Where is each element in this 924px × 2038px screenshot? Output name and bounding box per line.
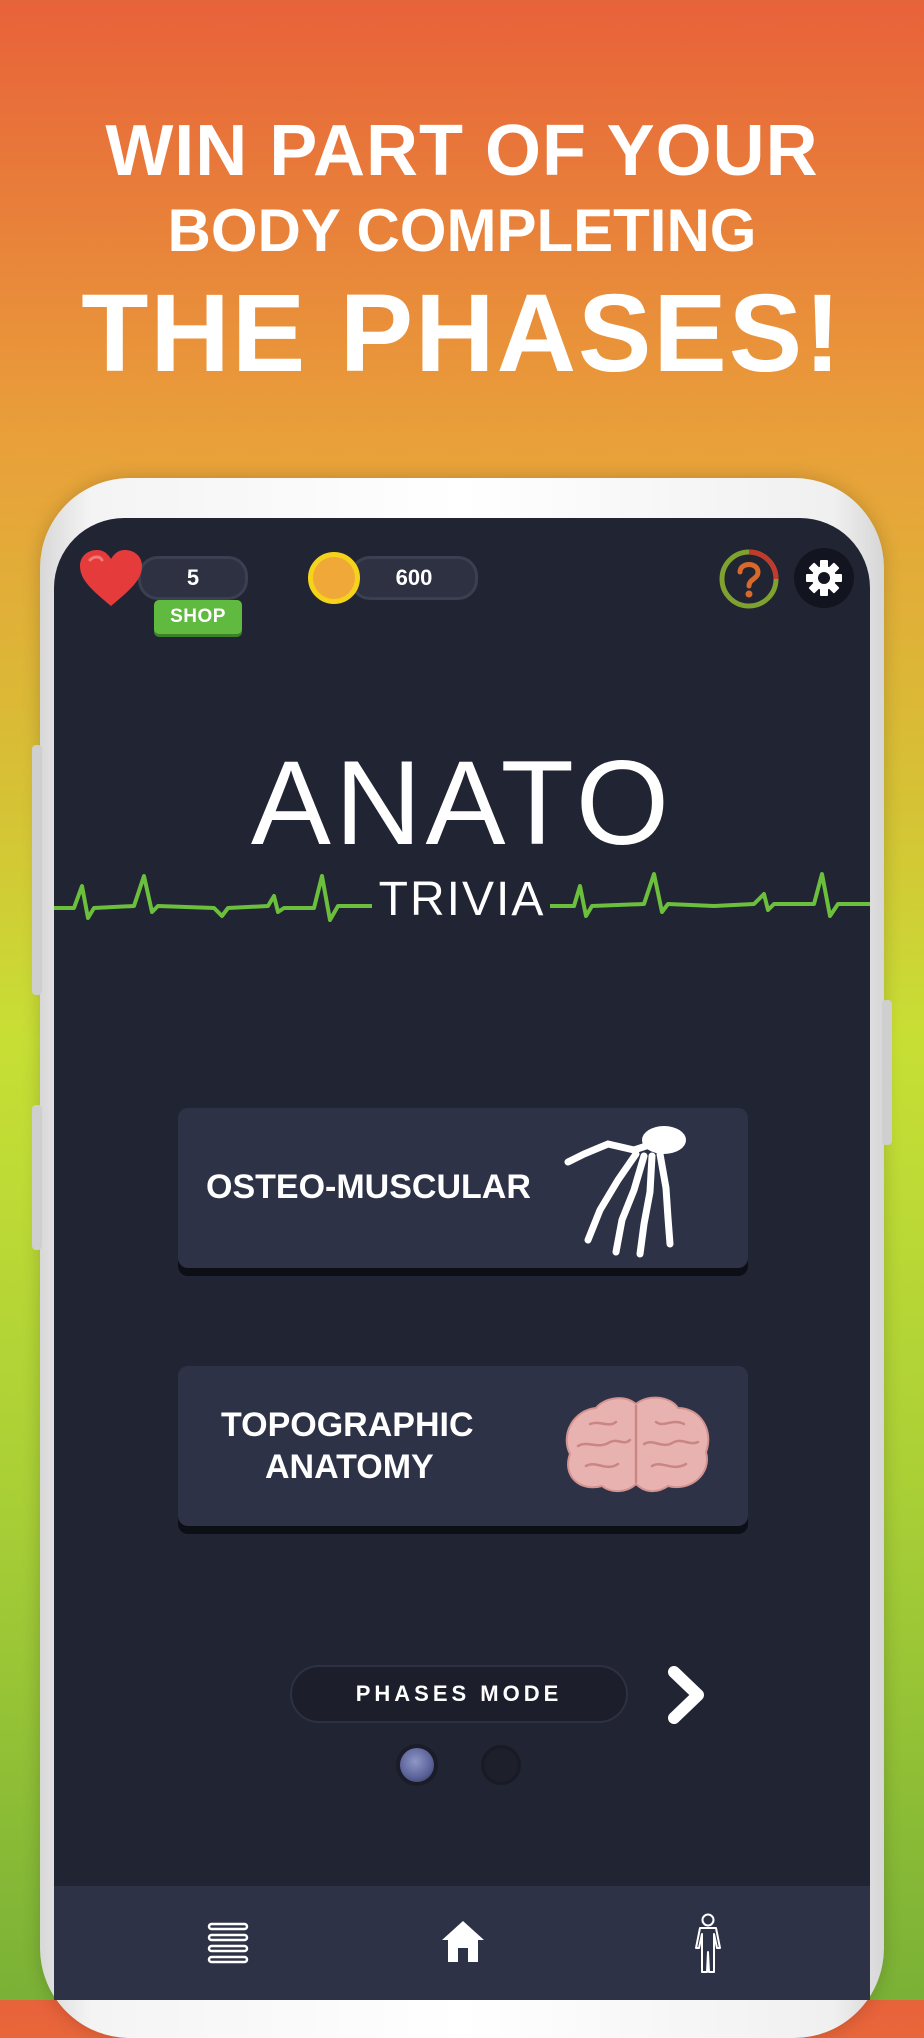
app-logo-subtitle: TRIVIA [378, 873, 546, 926]
page-dot-active[interactable] [400, 1748, 434, 1782]
category-label-line-1: TOPOGRAPHIC [221, 1406, 474, 1444]
headline-line-3: THE PHASES! [81, 272, 843, 395]
brain-icon [565, 1396, 710, 1492]
topographic-anatomy-button[interactable]: TOPOGRAPHIC ANATOMY [178, 1366, 748, 1526]
osteo-muscular-button[interactable]: OSTEO-MUSCULAR [178, 1108, 748, 1268]
menu-icon[interactable] [206, 1920, 250, 1964]
app-screen: 5 SHOP 600 ANATO TRIVIA OSTEO-MUSCULAR T… [54, 518, 870, 2000]
lives-count: 5 [138, 556, 248, 600]
phone-side-button [32, 1105, 42, 1250]
page-dot[interactable] [484, 1748, 518, 1782]
category-label: OSTEO-MUSCULAR [206, 1168, 531, 1206]
heart-icon [80, 550, 142, 606]
promo-headline: WIN PART OF YOUR BODY COMPLETING THE PHA… [0, 110, 924, 394]
headline-line-1: WIN PART OF YOUR [105, 111, 819, 191]
settings-button[interactable] [794, 548, 854, 608]
category-label-line-2: ANATOMY [265, 1448, 434, 1486]
chevron-right-icon[interactable] [666, 1664, 706, 1726]
bottom-nav [54, 1886, 870, 2000]
body-icon[interactable] [690, 1912, 726, 1974]
gear-icon [806, 560, 842, 596]
hand-skeleton-icon [564, 1126, 686, 1258]
headline-line-2: BODY COMPLETING [167, 197, 757, 264]
home-icon[interactable] [440, 1918, 486, 1964]
phases-mode-label[interactable]: PHASES MODE [290, 1665, 628, 1723]
coin-icon [308, 552, 360, 604]
coin-count: 600 [350, 556, 478, 600]
phone-side-button [882, 1000, 892, 1145]
phone-side-button [32, 745, 42, 995]
shop-button[interactable]: SHOP [154, 600, 242, 634]
question-icon[interactable] [718, 548, 780, 610]
app-logo-title: ANATO [250, 736, 674, 870]
